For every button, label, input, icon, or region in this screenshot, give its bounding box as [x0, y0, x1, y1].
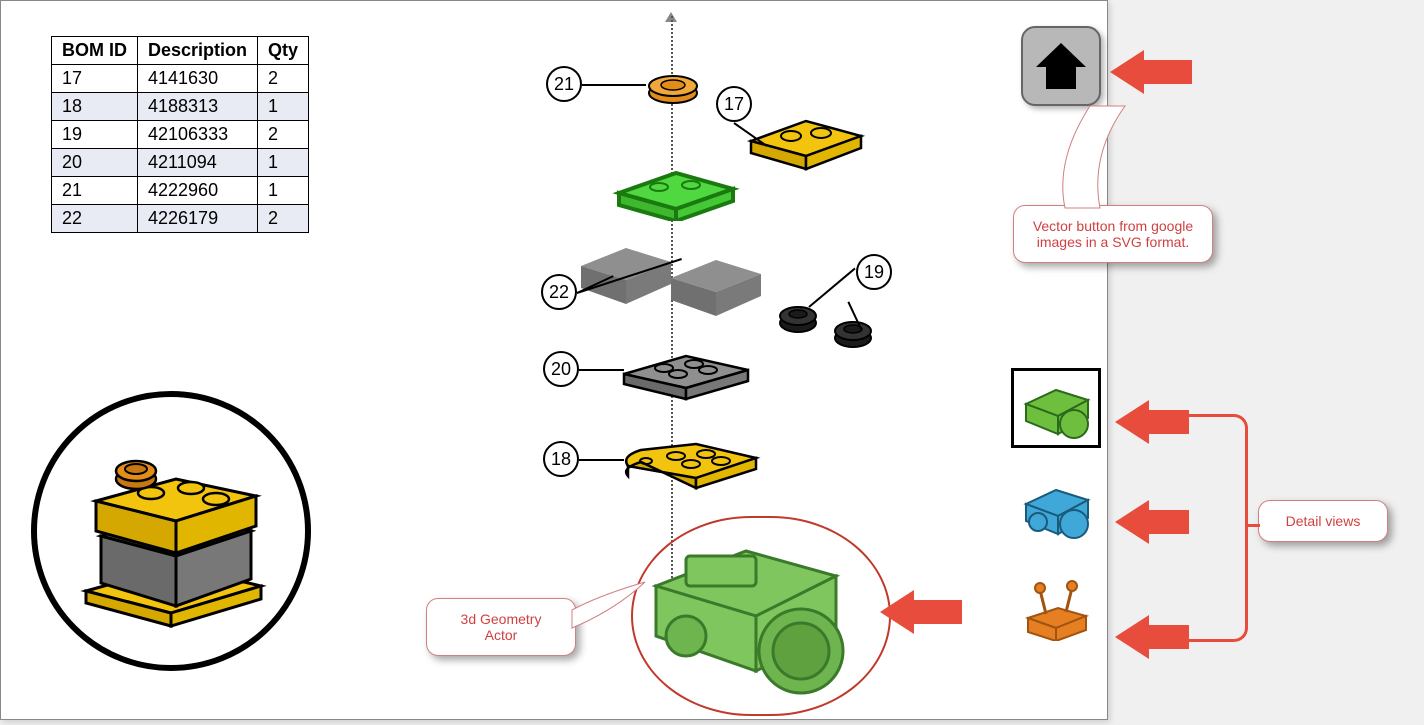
balloon-21: 21 [546, 66, 582, 102]
table-row: 19 42106333 2 [52, 121, 309, 149]
callout-tail-icon [570, 580, 650, 640]
bom-table: BOM ID Description Qty 17 4141630 2 18 4… [51, 36, 309, 233]
bracket-stem [1246, 524, 1260, 527]
bom-header-qty: Qty [258, 37, 309, 65]
table-row: 17 4141630 2 [52, 65, 309, 93]
part-20 [616, 346, 756, 401]
table-row: 22 4226179 2 [52, 205, 309, 233]
balloon-17: 17 [716, 86, 752, 122]
thumb-green-truck[interactable] [1011, 368, 1101, 448]
callout-geometry-actor: 3d Geometry Actor [426, 598, 576, 656]
part-21 [646, 71, 701, 106]
home-button[interactable] [1021, 26, 1101, 106]
thumb-blue-truck[interactable] [1011, 468, 1101, 548]
leader-line [579, 459, 624, 461]
bom-header-id: BOM ID [52, 37, 138, 65]
callout-text: 3d Geometry Actor [461, 611, 542, 643]
part-green-highlight [611, 161, 741, 221]
leader-line [582, 84, 646, 86]
thumb-orange-controls[interactable] [1011, 568, 1101, 648]
part-17 [746, 111, 866, 171]
table-row: 18 4188313 1 [52, 93, 309, 121]
callout-text: Vector button from google images in a SV… [1033, 218, 1193, 250]
part-18 [616, 436, 766, 491]
detail-view-circle [31, 391, 311, 671]
balloon-19: 19 [856, 254, 892, 290]
leader-line [579, 369, 624, 371]
geometry-actor-3d[interactable] [626, 516, 876, 706]
home-icon [1034, 41, 1088, 91]
detail-assembly-icon [66, 431, 276, 631]
table-row: 20 4211094 1 [52, 149, 309, 177]
callout-detail-views: Detail views [1258, 500, 1388, 542]
table-row: 21 4222960 1 [52, 177, 309, 205]
callout-text: Detail views [1286, 513, 1361, 529]
balloon-20: 20 [543, 351, 579, 387]
balloon-18: 18 [543, 441, 579, 477]
part-19 [776, 301, 886, 356]
part-22 [571, 226, 781, 316]
bracket-connector [1188, 414, 1248, 642]
thumbnail-stack [1011, 368, 1111, 668]
bom-header-desc: Description [138, 37, 258, 65]
balloon-22: 22 [541, 274, 577, 310]
callout-tail-icon [1055, 100, 1135, 210]
callout-vector-button: Vector button from google images in a SV… [1013, 205, 1213, 263]
